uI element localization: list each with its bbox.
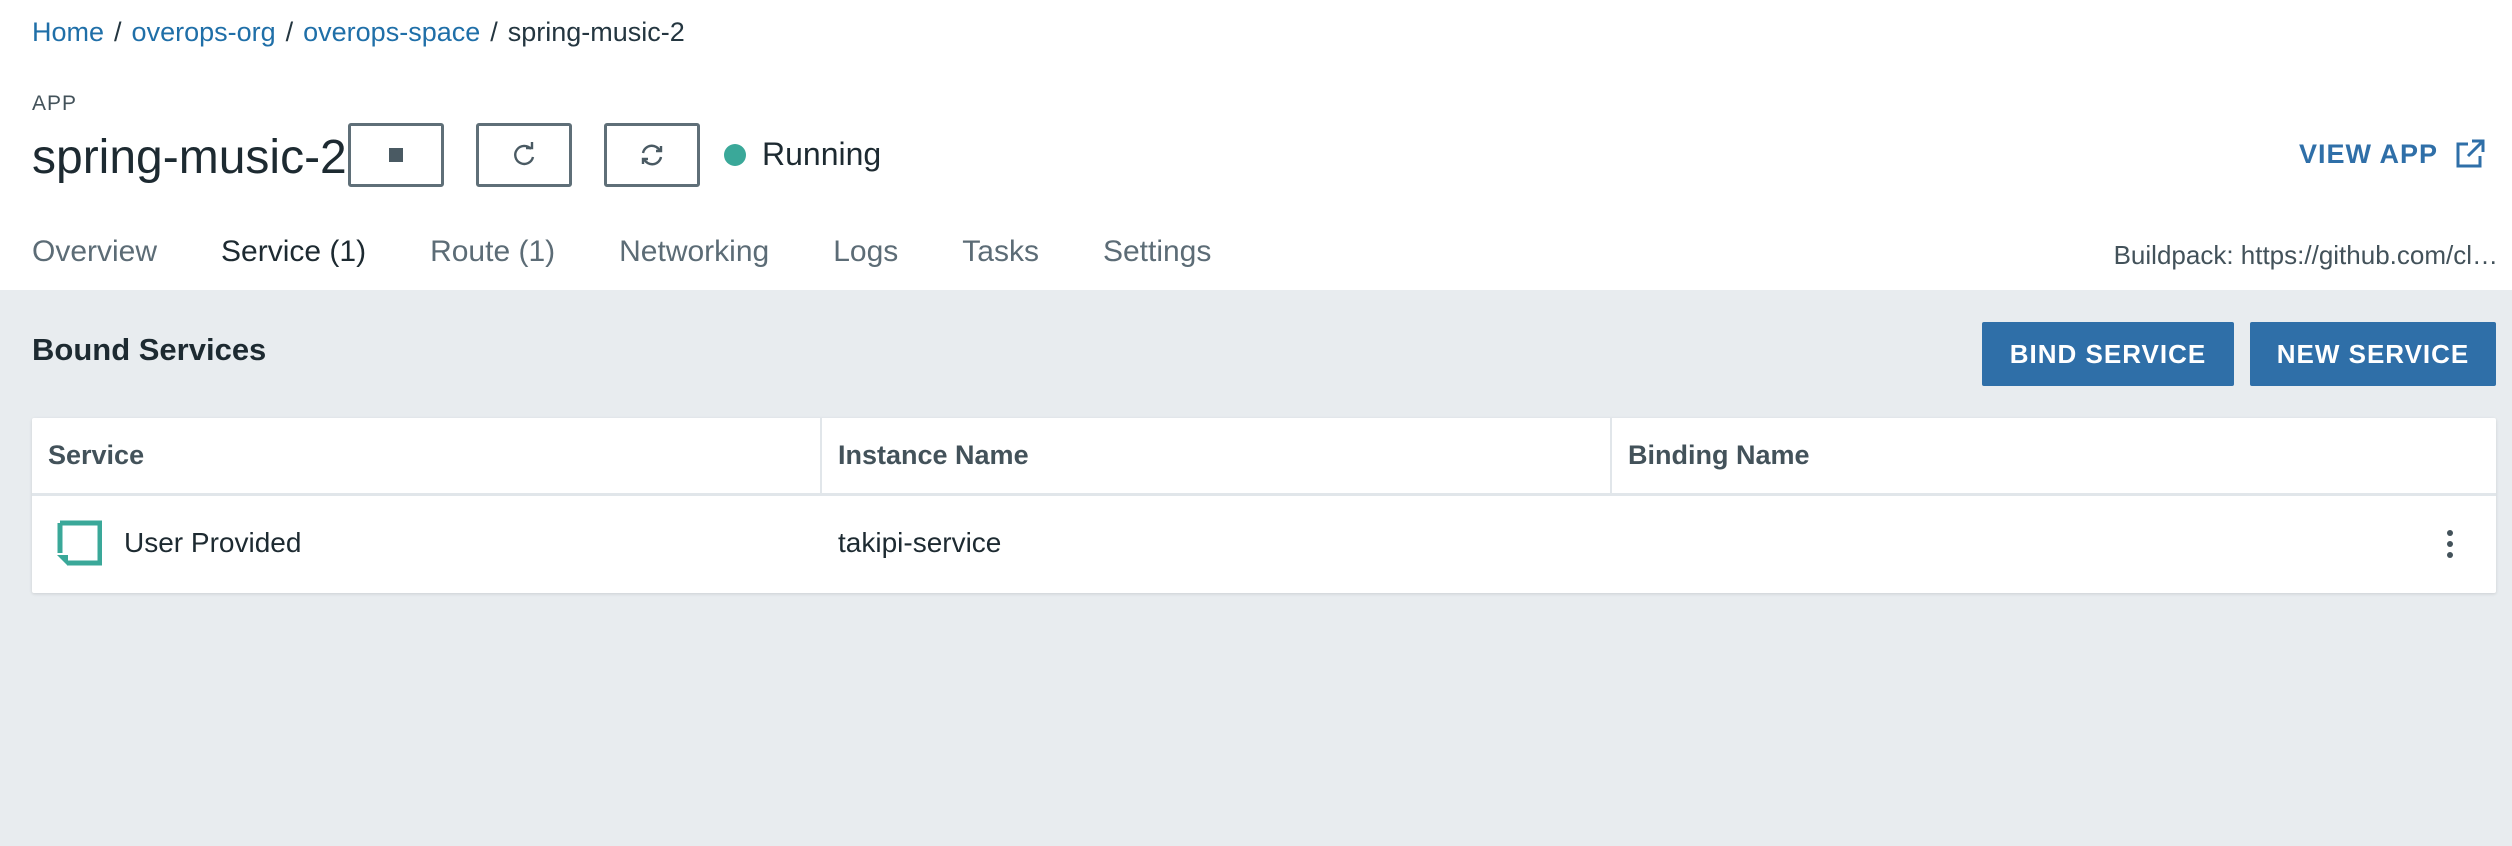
breadcrumb-separator: / <box>490 17 498 47</box>
view-app-label: VIEW APP <box>2298 138 2438 169</box>
row-actions-menu-icon[interactable] <box>2438 530 2462 558</box>
external-link-icon <box>2456 139 2485 168</box>
tab-settings[interactable]: Settings <box>1071 222 1243 290</box>
table-row[interactable]: User Provided takipi-service <box>32 496 2496 590</box>
breadcrumb-space[interactable]: overops-space <box>303 17 480 47</box>
status-text: Running <box>762 136 882 172</box>
section-title: Bound Services <box>32 332 267 367</box>
tab-networking[interactable]: Networking <box>587 222 801 290</box>
app-status: Running <box>724 136 881 173</box>
instance-name-cell: takipi-service <box>838 527 1002 558</box>
restage-icon <box>641 144 663 166</box>
buildpack-info: Buildpack: https://github.com/cl… <box>2113 240 2498 270</box>
restage-button[interactable] <box>604 123 700 187</box>
new-service-button[interactable]: NEW SERVICE <box>2250 322 2496 386</box>
breadcrumb-current: spring-music-2 <box>507 17 685 47</box>
app-type-label: APP <box>32 92 78 115</box>
tab-bar: Overview Service (1) Route (1) Networkin… <box>0 222 1243 298</box>
tab-route[interactable]: Route (1) <box>398 222 587 290</box>
breadcrumb-org[interactable]: overops-org <box>132 17 276 47</box>
breadcrumb-separator: / <box>114 17 122 47</box>
table-header: Service Instance Name Binding Name <box>32 418 2496 496</box>
breadcrumb: Home / overops-org / overops-space / spring-mu… <box>32 14 685 50</box>
column-header-binding-name[interactable]: Binding Name <box>1612 418 2496 493</box>
breadcrumb-home[interactable]: Home <box>32 17 104 47</box>
stop-icon <box>389 148 403 162</box>
page-title: spring-music-2 <box>32 131 347 184</box>
view-app-link[interactable]: VIEW APP <box>2299 136 2488 172</box>
restart-button[interactable] <box>476 123 572 187</box>
status-dot-icon <box>724 143 746 166</box>
restart-icon <box>514 142 535 166</box>
stop-button[interactable] <box>348 123 444 187</box>
tab-logs[interactable]: Logs <box>801 222 930 290</box>
column-header-instance-name[interactable]: Instance Name <box>822 418 1612 493</box>
breadcrumb-separator: / <box>285 17 294 47</box>
tab-tasks[interactable]: Tasks <box>930 222 1071 290</box>
column-header-service[interactable]: Service <box>32 418 822 493</box>
service-cell: User Provided <box>32 519 822 567</box>
services-panel: Bound Services BIND SERVICE NEW SERVICE … <box>0 290 2512 846</box>
services-table: Service Instance Name Binding Name User … <box>32 418 2496 593</box>
tab-overview[interactable]: Overview <box>0 222 189 290</box>
user-provided-service-icon <box>57 520 102 566</box>
service-name: User Provided <box>124 527 302 558</box>
tab-service[interactable]: Service (1) <box>189 222 399 298</box>
bind-service-button[interactable]: BIND SERVICE <box>1982 322 2234 386</box>
app-header: Home / overops-org / overops-space / spring-mu… <box>0 0 2512 298</box>
